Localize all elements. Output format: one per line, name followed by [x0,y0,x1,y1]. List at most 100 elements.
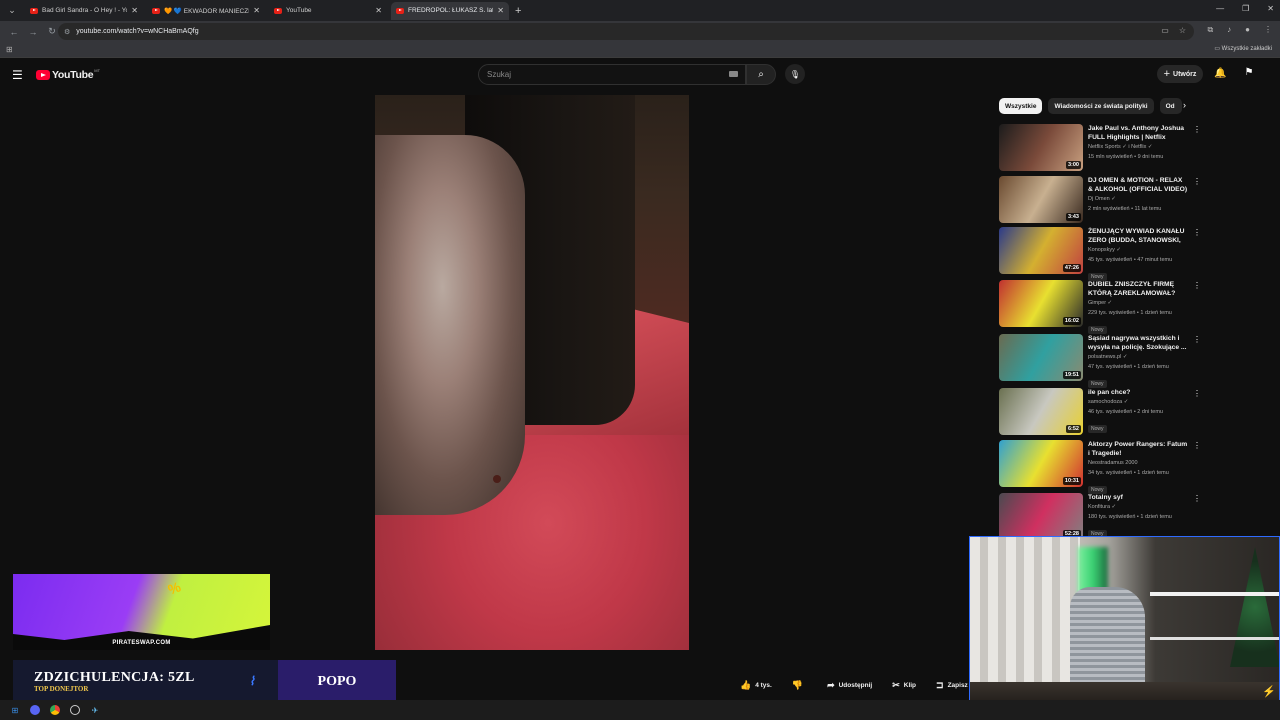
filter-chip[interactable]: Od [1159,98,1182,114]
browser-tab[interactable]: Bad Girl Sandra - O Hey ! - You ✕ [25,2,143,20]
more-actions-icon[interactable]: ⋮ [1193,125,1201,134]
video-title[interactable]: ile pan chce? [1088,388,1188,397]
keyboard-icon[interactable] [729,71,738,77]
clip-label: Klip [903,681,917,689]
recommended-video[interactable]: 52:28 Totalny syf Konfitura ✓ 180 tys. wyśw… [999,493,1189,541]
video-title[interactable]: DUBIEL ZNISZCZYŁ FIRMĘ KTÓRĄ ZAREKLAMOWA… [1088,280,1188,298]
video-thumbnail[interactable]: 6:52 [999,388,1083,435]
clip-button[interactable]: ✂ Klip [886,676,922,694]
cast-icon[interactable]: ▭ [1161,26,1169,35]
recommended-video[interactable]: 6:52 ile pan chce? samochodoza ✓ 46 tys. wy… [999,388,1189,436]
more-actions-icon[interactable]: ⋮ [1193,494,1201,503]
minimize-icon[interactable]: — [1216,4,1224,13]
recommended-video[interactable]: 47:26 ŻENUJĄCY WYWIAD KANAŁU ZERO (BUDDA,… [999,227,1189,281]
dislike-button[interactable]: 👎 [786,676,813,694]
more-actions-icon[interactable]: ⋮ [1193,281,1201,290]
youtube-logo[interactable]: YouTube MT [36,68,100,81]
save-button[interactable]: ⊐ Zapisz [930,676,974,694]
video-thumbnail[interactable]: 19:51 [999,334,1083,381]
video-thumbnail[interactable]: 47:26 [999,227,1083,274]
channel-name[interactable]: Netflix Sports ✓ i Netflix ✓ [1088,142,1188,152]
tab-search-icon[interactable]: ⌄ [3,2,21,20]
hamburger-menu-icon[interactable]: ☰ [12,68,23,82]
bookmark-star-icon[interactable]: ☆ [1179,26,1186,35]
video-thumbnail[interactable]: 10:31 [999,440,1083,487]
video-meta: 47 tys. wyświetleń • 1 dzień temu [1088,364,1169,370]
back-icon[interactable]: ← [9,27,19,37]
channel-name[interactable]: Dj Omen ✓ [1088,194,1188,204]
share-button[interactable]: ➦ Udostępnij [821,676,878,694]
create-button[interactable]: + Utwórz [1157,65,1203,83]
extensions-icon[interactable]: ⧉ [1207,25,1213,35]
filter-chip[interactable]: Wiadomości ze świata polityki [1048,98,1154,114]
reload-icon[interactable]: ↻ [47,26,57,37]
recommended-video[interactable]: 16:02 DUBIEL ZNISZCZYŁ FIRMĘ KTÓRĄ ZAREKL… [999,280,1189,334]
obs-icon[interactable] [70,705,80,715]
video-meta: 2 mln wyświetleń • 11 lat temu [1088,206,1162,212]
channel-name[interactable]: Gimper ✓ [1088,298,1188,308]
new-tab-button[interactable]: + [515,5,521,17]
media-icon[interactable]: ♪ [1227,25,1231,35]
video-thumbnail[interactable]: 52:28 [999,493,1083,540]
video-title[interactable]: Sąsiad nagrywa wszystkich i wysyła na po… [1088,334,1188,352]
forward-icon[interactable]: → [28,27,38,37]
discord-icon[interactable] [30,705,40,715]
like-button[interactable]: 👍 4 tys. [734,676,778,694]
more-actions-icon[interactable]: ⋮ [1193,441,1201,450]
video-thumbnail[interactable]: 3:00 [999,124,1083,171]
channel-name[interactable]: polsatnews.pl ✓ [1088,352,1188,362]
tab-title: 🧡 💙 EKWADOR MANIECZKI [164,7,250,15]
site-info-icon[interactable]: ⚙ [64,28,70,36]
video-title[interactable]: DJ OMEN & MOTION - RELAX & ALKOHOL (OFFI… [1088,176,1188,194]
channel-name[interactable]: Konopskyy ✓ [1088,245,1188,255]
recommended-video[interactable]: 3:00 Jake Paul vs. Anthony Joshua FULL Hi… [999,124,1189,172]
start-icon[interactable]: ⊞ [10,705,20,715]
notifications-bell-icon[interactable]: 🔔 [1214,68,1226,79]
voice-search-button[interactable]: 🎙 [785,64,805,84]
address-bar[interactable]: ⚙ youtube.com/watch?v=wNCHaBmAQfg ▭ ☆ [58,23,1194,40]
video-title[interactable]: Aktorzy Power Rangers: Fatum i Tragedie! [1088,440,1188,458]
recommended-video[interactable]: 10:31 Aktorzy Power Rangers: Fatum i Trag… [999,440,1189,494]
ad-percent-mark: % [165,578,183,598]
browser-tab-bar: ⌄ Bad Girl Sandra - O Hey ! - You ✕ 🧡 💙 EK… [0,0,1280,21]
channel-name[interactable]: samochodoza ✓ [1088,397,1188,407]
recommended-video[interactable]: 3:43 DJ OMEN & MOTION - RELAX & ALKOHOL (… [999,176,1189,224]
profile-icon[interactable]: ● [1245,25,1250,35]
browser-menu-icon[interactable]: ⋮ [1264,25,1272,35]
chrome-icon[interactable] [50,705,60,715]
thumbs-up-icon: 👍 [740,679,752,690]
video-title[interactable]: ŻENUJĄCY WYWIAD KANAŁU ZERO (BUDDA, STAN… [1088,227,1188,245]
close-window-icon[interactable]: ✕ [1267,4,1274,13]
more-actions-icon[interactable]: ⋮ [1193,228,1201,237]
apps-grid-icon[interactable]: ⊞ [6,45,13,54]
video-player[interactable] [375,95,689,650]
tab-close-icon[interactable]: ✕ [131,6,138,15]
search-input[interactable]: Szukaj [478,64,746,85]
all-bookmarks-link[interactable]: ▭ Wszystkie zakładki [1214,45,1272,52]
search-button[interactable]: ⌕ [746,64,776,85]
video-title[interactable]: Totalny syf [1088,493,1188,502]
maximize-icon[interactable]: ❐ [1242,4,1249,13]
youtube-favicon-icon [152,7,160,14]
tab-close-icon[interactable]: ✕ [253,6,260,15]
webcam-shelf-lower [1150,637,1279,640]
tab-close-icon[interactable]: ✕ [375,6,382,15]
account-avatar[interactable]: ⚑ [1243,67,1255,81]
tab-close-icon[interactable]: ✕ [497,6,504,15]
video-title[interactable]: Jake Paul vs. Anthony Joshua FULL Highli… [1088,124,1188,142]
browser-tab[interactable]: YouTube ✕ [269,2,387,20]
video-thumbnail[interactable]: 16:02 [999,280,1083,327]
filter-chip[interactable]: Wszystkie [999,98,1043,114]
more-actions-icon[interactable]: ⋮ [1193,335,1201,344]
more-actions-icon[interactable]: ⋮ [1193,177,1201,186]
steam-icon[interactable]: ✈ [90,705,100,715]
recommended-video[interactable]: 19:51 Sąsiad nagrywa wszystkich i wysyła … [999,334,1189,388]
channel-name[interactable]: Neostradamus 2000 [1088,458,1188,468]
browser-tab[interactable]: 🧡 💙 EKWADOR MANIECZKI ✕ [147,2,265,20]
channel-name[interactable]: Konfitura ✓ [1088,502,1188,512]
video-thumbnail[interactable]: 3:43 [999,176,1083,223]
chevron-right-icon[interactable]: › [1183,100,1186,110]
more-actions-icon[interactable]: ⋮ [1193,389,1201,398]
sponsor-banner: % PIRATESWAP.COM [13,574,270,650]
browser-tab[interactable]: FREDROPOL: ŁUKASZ S. lat 33 (✕ [391,1,509,20]
